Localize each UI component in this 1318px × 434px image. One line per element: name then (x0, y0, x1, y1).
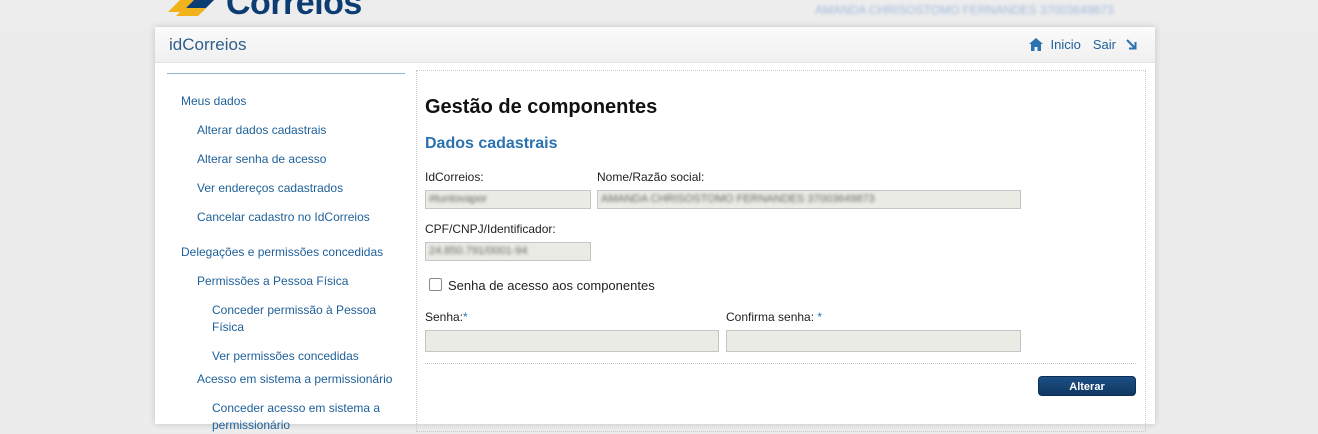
home-link[interactable]: Inicio (1051, 37, 1081, 52)
sidebar-item-conceder-acesso[interactable]: Conceder acesso em sistema a permissioná… (212, 400, 392, 434)
senha-label-text: Senha: (425, 310, 464, 324)
page-title: Gestão de componentes (425, 96, 658, 118)
sidebar-item-permissoes-pf[interactable]: Permissões a Pessoa Física (197, 273, 348, 290)
nome-field: AMANDA CHRISOSTOMO FERNANDES 37003649873 (597, 190, 1021, 209)
sidebar-item-alterar-dados[interactable]: Alterar dados cadastrais (197, 122, 326, 139)
senha-input[interactable] (425, 330, 719, 352)
home-icon[interactable] (1028, 38, 1043, 51)
top-nav: Inicio Sair (1028, 37, 1137, 52)
app-title: idCorreios (169, 35, 247, 54)
brand-logo-text: Correios (226, 0, 362, 22)
sidebar-item-alterar-senha[interactable]: Alterar senha de acesso (197, 151, 326, 168)
senha-componentes-label[interactable]: Senha de acesso aos componentes (448, 278, 655, 293)
sidebar-item-ver-enderecos[interactable]: Ver endereços cadastrados (197, 180, 343, 197)
app-header: idCorreios Inicio Sair (155, 27, 1155, 63)
brand-strip: Correios AMANDA CHRISOSTOMO FERNANDES 37… (0, 0, 1318, 27)
sidebar: Meus dados Alterar dados cadastrais Alte… (167, 73, 405, 432)
sidebar-item-conceder-permissao[interactable]: Conceder permissão à Pessoa Física (212, 302, 387, 336)
confirma-senha-input[interactable] (726, 330, 1021, 352)
sidebar-item-delegacoes[interactable]: Delegações e permissões concedidas (181, 244, 383, 261)
correios-logo-icon (168, 0, 214, 16)
confirma-label-text: Confirma senha: (726, 310, 815, 324)
idcorreios-label: IdCorreios: (425, 170, 484, 184)
sidebar-item-meus-dados[interactable]: Meus dados (181, 93, 246, 110)
user-name: AMANDA CHRISOSTOMO FERNANDES 37003649873 (815, 3, 1114, 17)
idcorreios-value: #tuntovapor (429, 193, 488, 205)
nome-label: Nome/Razão social: (597, 170, 705, 184)
senha-componentes-checkbox[interactable] (429, 278, 442, 291)
cpf-field: 24.850.791/0001-94 (425, 242, 591, 261)
senha-required-mark: * (463, 310, 468, 324)
cpf-value: 24.850.791/0001-94 (429, 245, 528, 257)
sidebar-item-acesso-permissionario[interactable]: Acesso em sistema a permissionário (197, 371, 392, 388)
nome-value: AMANDA CHRISOSTOMO FERNANDES 37003649873 (601, 193, 875, 205)
confirma-label: Confirma senha: * (726, 310, 822, 324)
main-container: idCorreios Inicio Sair Meus dados Altera… (155, 27, 1155, 432)
content-panel: Gestão de componentes Dados cadastrais I… (416, 70, 1146, 432)
exit-arrow-icon[interactable] (1126, 39, 1137, 50)
sidebar-item-cancelar-cadastro[interactable]: Cancelar cadastro no IdCorreios (197, 209, 370, 226)
sidebar-item-ver-permissoes[interactable]: Ver permissões concedidas (212, 348, 359, 365)
idcorreios-field: #tuntovapor (425, 190, 591, 209)
exit-link[interactable]: Sair (1093, 37, 1116, 52)
confirma-required-mark: * (817, 310, 823, 324)
section-title: Dados cadastrais (425, 135, 558, 152)
cpf-label: CPF/CNPJ/Identificador: (425, 222, 556, 236)
form-divider (425, 363, 1136, 364)
alterar-button[interactable]: Alterar (1038, 376, 1136, 396)
senha-label: Senha:* (425, 310, 468, 324)
